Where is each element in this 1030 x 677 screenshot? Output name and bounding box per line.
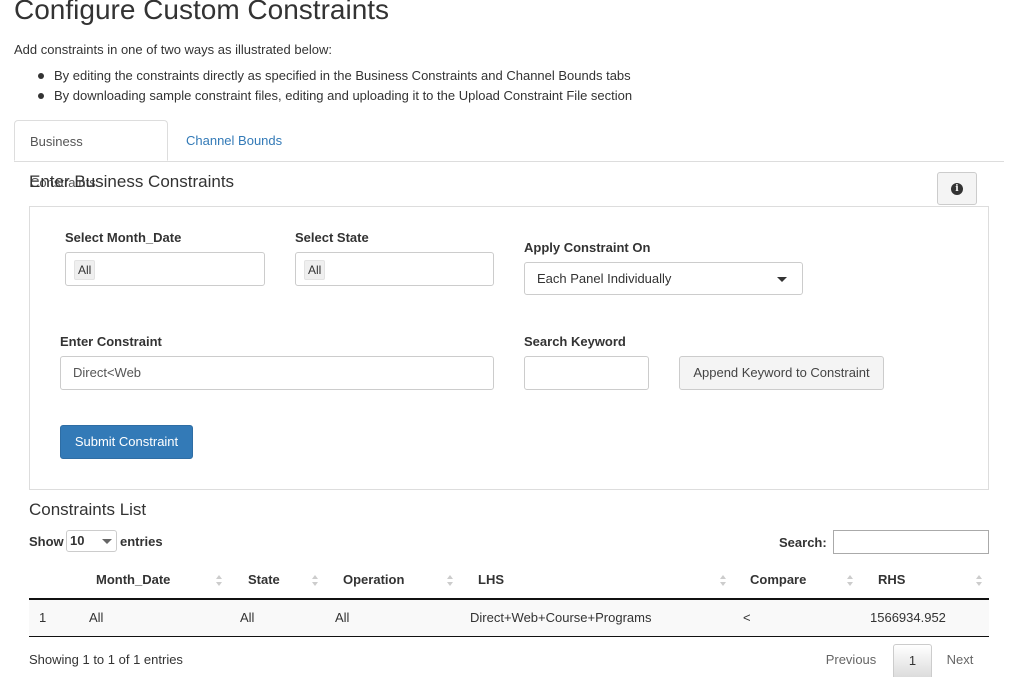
cell-compare: < [743,610,751,625]
column-header-compare[interactable]: Compare [750,562,806,598]
column-header-state[interactable]: State [248,562,280,598]
list-heading: Constraints List [29,500,147,519]
sort-icon [720,575,726,587]
table-row[interactable]: 1 All All All Direct+Web+Course+Programs… [29,600,989,637]
pagination-next[interactable]: Next [938,644,982,676]
row-index: 1 [39,610,47,625]
column-header-lhs[interactable]: LHS [478,562,504,598]
state-chip[interactable]: All [304,260,326,280]
apply-on-select[interactable]: Each Panel Individually [524,262,803,295]
pagination-page-1[interactable]: 1 [893,644,932,677]
entries-select[interactable]: 10 [66,530,117,552]
cell-state: All [240,610,255,625]
column-header-month-date[interactable]: Month_Date [96,562,170,598]
submit-constraint-button[interactable]: Submit Constraint [60,425,193,459]
month-date-label: Select Month_Date [65,230,182,245]
pagination-previous[interactable]: Previous [818,644,884,676]
cell-rhs: 1566934.952 [870,610,946,625]
sort-icon [312,575,318,587]
intro-text: Add constraints in one of two ways as il… [14,42,332,57]
cell-operation: All [335,610,350,625]
table-search-input[interactable] [833,530,989,554]
entries-label: entries [120,534,163,549]
sort-icon [447,575,453,587]
keyword-input[interactable] [524,356,649,390]
month-date-select[interactable]: All [65,252,265,286]
month-date-chip[interactable]: All [74,260,96,280]
page-title: Configure Custom Constraints [14,0,390,25]
append-keyword-button[interactable]: Append Keyword to Constraint [679,356,884,390]
tab-bar: Business Constraints Channel Bounds [14,120,1004,190]
column-header-rhs[interactable]: RHS [878,562,905,598]
tab-channel-bounds[interactable]: Channel Bounds [171,120,297,161]
instruction-list: By editing the constraints directly as s… [14,66,632,106]
info-button[interactable]: i [937,172,977,205]
table-header: Month_Date State Operation LHS Compare R… [29,562,989,600]
sort-icon [847,575,853,587]
bullet-icon [38,73,44,79]
table-info: Showing 1 to 1 of 1 entries [29,652,183,667]
sort-icon [216,575,222,587]
constraint-input[interactable]: Direct<Web [60,356,494,390]
constraint-input-value: Direct<Web [73,365,142,380]
show-label: Show [29,534,64,549]
state-select[interactable]: All [295,252,494,286]
chevron-down-icon [777,277,787,282]
column-header-operation[interactable]: Operation [343,562,404,598]
cell-month-date: All [89,610,104,625]
entries-value: 10 [70,533,85,548]
cell-lhs: Direct+Web+Course+Programs [470,610,652,625]
tab-business-constraints[interactable]: Business Constraints [14,120,168,190]
sort-icon [976,575,982,587]
list-item: By editing the constraints directly as s… [14,66,632,86]
list-item: By downloading sample constraint files, … [14,86,632,106]
apply-on-value: Each Panel Individually [537,271,672,286]
bullet-icon [38,93,44,99]
info-circle-icon: i [951,182,963,195]
keyword-label: Search Keyword [524,334,626,349]
state-label: Select State [295,230,369,245]
search-label: Search: [779,535,827,550]
chevron-down-icon [102,539,112,544]
form-heading: Enter Business Constraints [29,172,235,191]
apply-on-label: Apply Constraint On [524,240,651,255]
constraint-label: Enter Constraint [60,334,162,349]
